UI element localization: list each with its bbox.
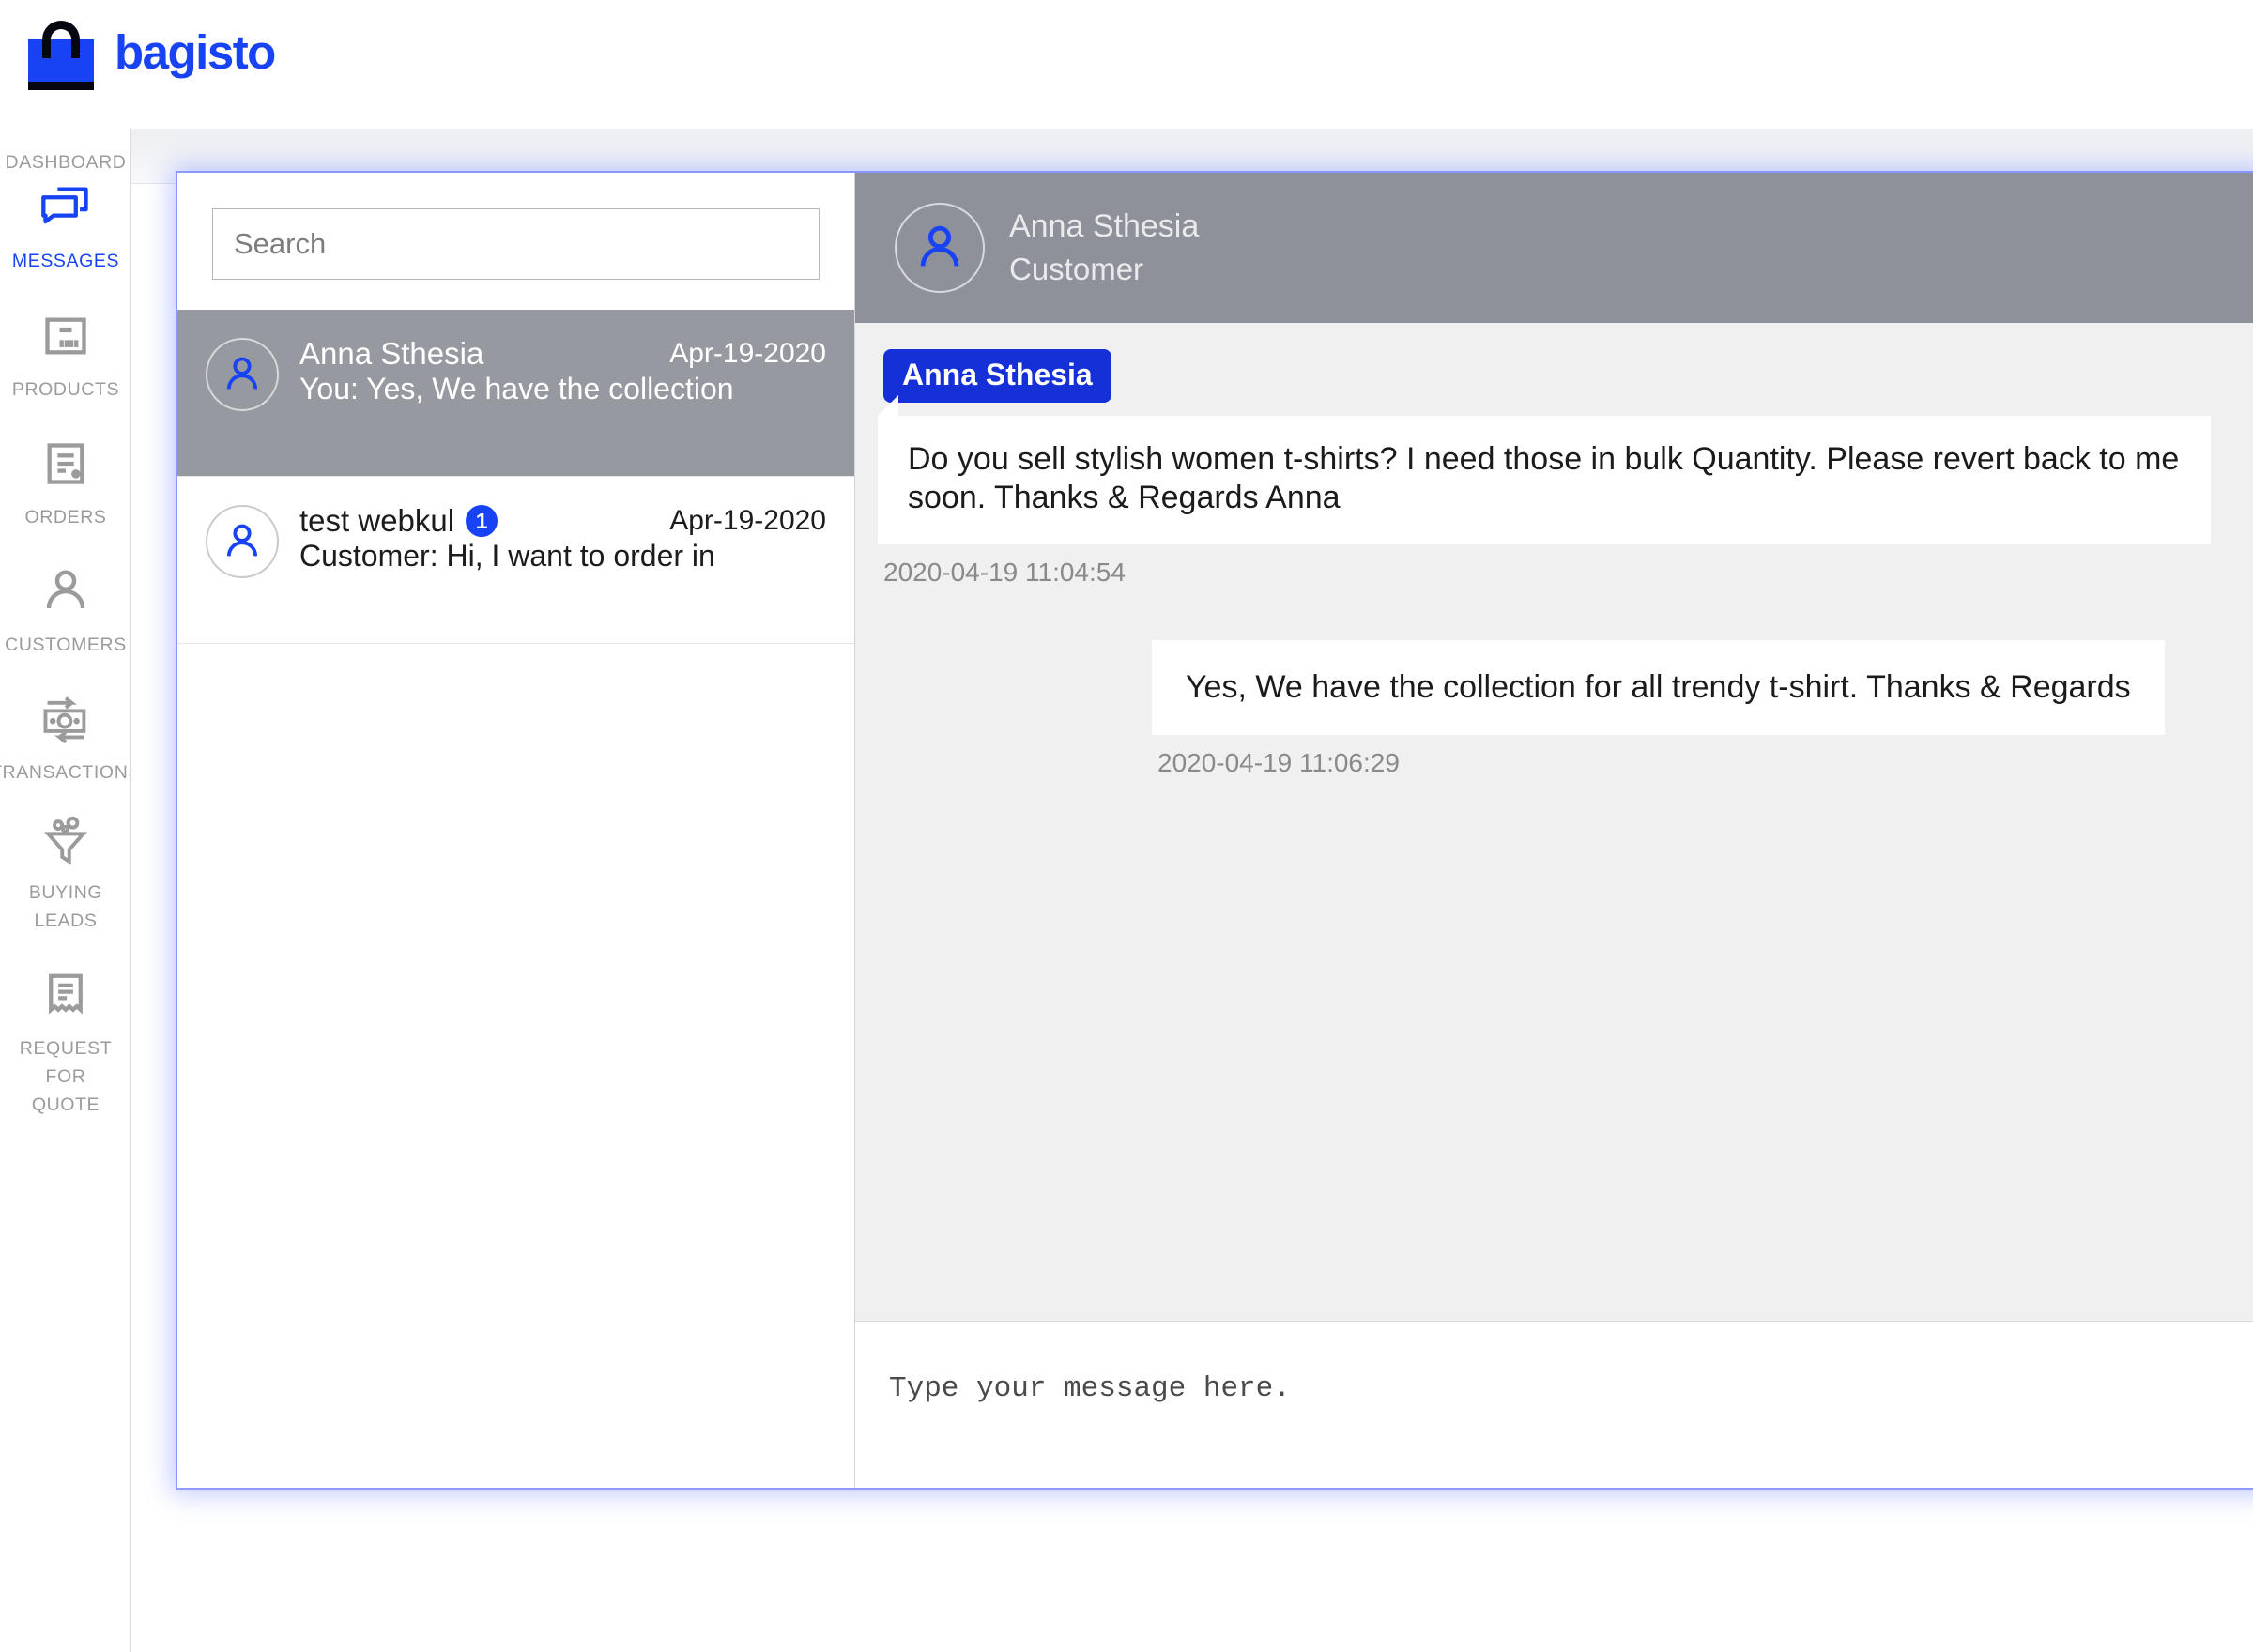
- sidebar-item-label: DASHBOARD: [5, 152, 127, 173]
- main-sidebar: DASHBOARD MESSAGES PRODUCTS ORDERS CUSTO…: [0, 129, 131, 1652]
- conversation-list-item[interactable]: test webkul 1 Apr-19-2020 Customer: Hi, …: [177, 477, 854, 644]
- sidebar-item-transactions[interactable]: TRANSACTIONS: [0, 690, 130, 787]
- chat-message-incoming: Anna Sthesia Do you sell stylish women t…: [855, 349, 2253, 588]
- conversation-date: Apr-19-2020: [669, 338, 826, 369]
- chat-message-list[interactable]: Anna Sthesia Do you sell stylish women t…: [855, 323, 2253, 1321]
- conversation-snippet: You: Yes, We have the collection: [299, 372, 734, 405]
- chat-contact-role: Customer: [1009, 252, 1144, 286]
- chat-header-text: Anna Sthesia Customer: [1009, 205, 1199, 291]
- products-icon: [37, 307, 95, 365]
- avatar: [206, 338, 279, 411]
- chat-column: Anna Sthesia Customer Anna Sthesia Do yo…: [855, 173, 2253, 1488]
- conversation-name: test webkul: [299, 503, 455, 538]
- chat-message-outgoing: Yes, We have the collection for all tren…: [855, 639, 2253, 778]
- sidebar-item-label: CUSTOMERS: [5, 635, 127, 655]
- message-input[interactable]: [889, 1372, 2253, 1466]
- sidebar-item-dashboard[interactable]: DASHBOARD: [0, 129, 130, 176]
- messaging-panel: Anna Sthesia Apr-19-2020 You: Yes, We ha…: [177, 173, 2253, 1488]
- chat-composer: [855, 1321, 2253, 1488]
- sidebar-item-orders[interactable]: ORDERS: [0, 435, 130, 531]
- logo-bar: bagisto: [0, 0, 2253, 129]
- sidebar-item-label: PRODUCTS: [11, 379, 120, 400]
- sidebar-item-customers[interactable]: CUSTOMERS: [0, 562, 130, 659]
- sidebar-item-request-for-quote[interactable]: REQUEST FOR QUOTE: [0, 966, 130, 1119]
- brand-name: bagisto: [115, 24, 276, 79]
- dashboard-icon: [37, 129, 95, 138]
- transactions-icon: [37, 690, 95, 748]
- sidebar-item-label: BUYING LEADS: [28, 882, 103, 931]
- chat-contact-name: Anna Sthesia: [1009, 208, 1200, 244]
- request-for-quote-icon: [37, 966, 95, 1024]
- conversation-date: Apr-19-2020: [669, 505, 826, 536]
- sidebar-item-messages[interactable]: MESSAGES: [0, 178, 130, 275]
- orders-icon: [37, 435, 95, 493]
- conversation-list-item[interactable]: Anna Sthesia Apr-19-2020 You: Yes, We ha…: [177, 310, 854, 477]
- chat-header: Anna Sthesia Customer: [855, 173, 2253, 323]
- unread-badge: 1: [466, 505, 498, 537]
- conversation-item-body: Anna Sthesia Apr-19-2020 You: Yes, We ha…: [299, 334, 826, 406]
- sidebar-item-products[interactable]: PRODUCTS: [0, 307, 130, 404]
- conversation-item-top-row: test webkul 1 Apr-19-2020: [299, 503, 826, 539]
- sidebar-item-label: REQUEST FOR QUOTE: [19, 1038, 113, 1115]
- conversation-item-top-row: Anna Sthesia Apr-19-2020: [299, 336, 826, 372]
- search-zone: [177, 173, 854, 310]
- conversation-list-column: Anna Sthesia Apr-19-2020 You: Yes, We ha…: [177, 173, 855, 1488]
- shopping-bag-icon: [21, 13, 101, 90]
- message-sender-tag: Anna Sthesia: [883, 349, 1111, 403]
- messages-icon: [37, 178, 95, 237]
- buying-leads-icon: [37, 810, 95, 868]
- conversation-name: Anna Sthesia: [299, 336, 484, 371]
- sidebar-item-buying-leads[interactable]: BUYING LEADS: [0, 810, 130, 935]
- message-timestamp: 2020-04-19 11:04:54: [883, 557, 1126, 587]
- sidebar-item-label: MESSAGES: [11, 251, 120, 271]
- message-timestamp: 2020-04-19 11:06:29: [1157, 748, 1400, 778]
- message-bubble: Do you sell stylish women t-shirts? I ne…: [878, 395, 2211, 544]
- search-input[interactable]: [212, 208, 820, 280]
- brand-logo[interactable]: bagisto: [21, 13, 276, 90]
- customers-icon: [37, 562, 95, 620]
- avatar: [206, 505, 279, 578]
- message-bubble: Yes, We have the collection for all tren…: [1152, 639, 2165, 736]
- sidebar-item-label: ORDERS: [24, 507, 107, 528]
- conversation-item-body: test webkul 1 Apr-19-2020 Customer: Hi, …: [299, 501, 826, 574]
- sidebar-item-label: TRANSACTIONS: [0, 762, 130, 783]
- avatar: [895, 203, 985, 293]
- conversation-snippet: Customer: Hi, I want to order in: [299, 539, 715, 573]
- main-content: Anna Sthesia Apr-19-2020 You: Yes, We ha…: [131, 129, 2253, 1652]
